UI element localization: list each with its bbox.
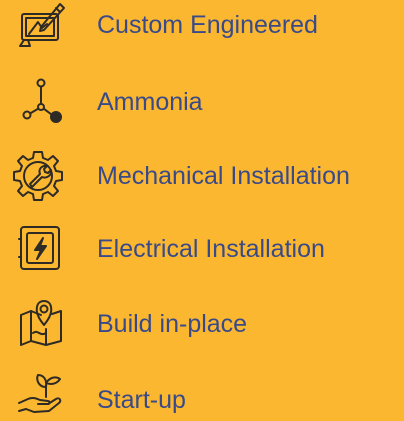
blueprint-tools-icon [16,0,66,50]
gear-wrench-icon [10,148,66,204]
service-item-mechanical-installation: Mechanical Installation [0,148,404,208]
service-label: Build in-place [97,310,248,338]
molecule-icon [16,75,66,125]
service-item-custom-engineered: Custom Engineered [0,0,404,60]
service-label: Electrical Installation [97,235,325,263]
service-item-start-up: Start-up [0,363,404,421]
service-label: Mechanical Installation [97,162,350,190]
electrical-panel-icon [16,224,66,274]
map-location-icon [16,297,66,347]
service-item-electrical-installation: Electrical Installation [0,224,404,284]
service-item-ammonia: Ammonia [0,75,404,135]
service-label: Ammonia [97,88,203,116]
service-label: Custom Engineered [97,11,318,39]
hand-plant-icon [16,365,66,415]
services-list: Custom Engineered Ammonia Mechanical Ins… [0,0,404,421]
service-label: Start-up [97,386,186,414]
service-item-build-in-place: Build in-place [0,297,404,357]
